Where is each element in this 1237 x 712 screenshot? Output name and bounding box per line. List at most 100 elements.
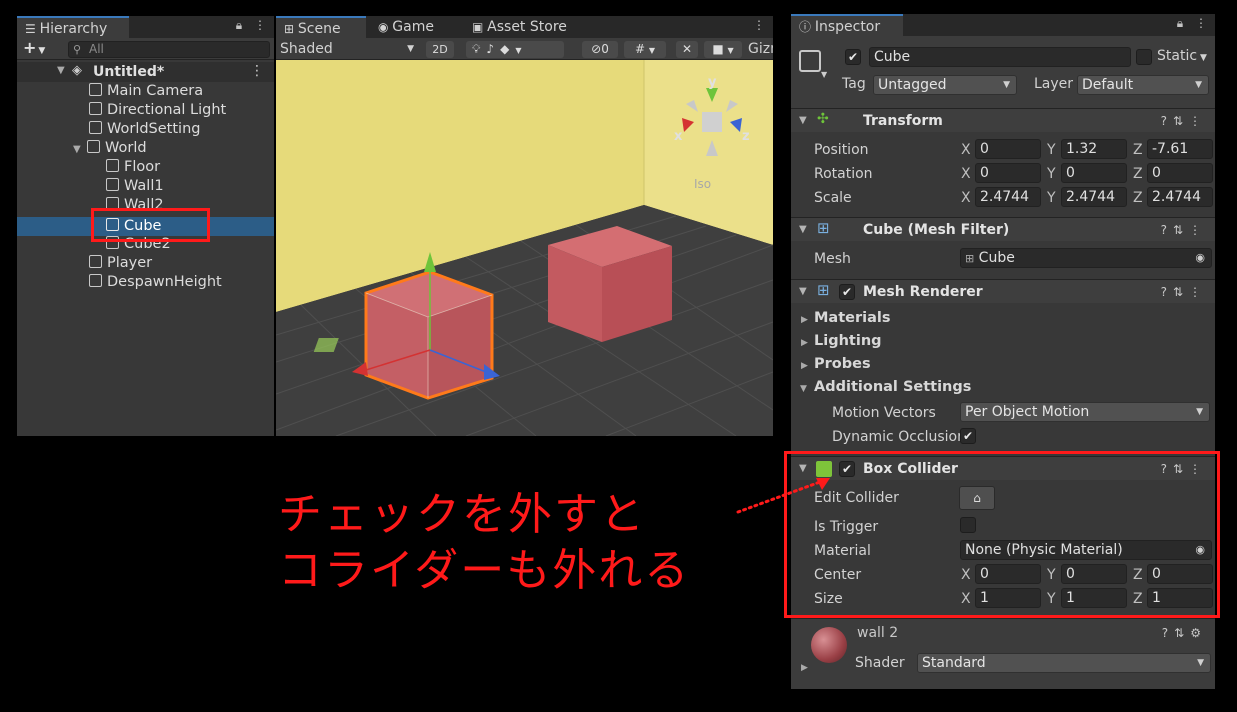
iso-label[interactable]: Iso [694,177,711,191]
expand-arrow-icon[interactable]: ▼ [57,65,65,76]
axis-y-label: Y [1047,190,1056,206]
collapse-arrow-icon[interactable]: ▼ [799,218,807,242]
2d-toggle-button[interactable]: 2D [426,41,454,58]
static-dropdown[interactable]: Static ▼ [1157,48,1207,64]
hierarchy-item-main-camera[interactable]: Main Camera [89,82,203,101]
position-x-field[interactable]: 0 [975,139,1041,159]
mesh-renderer-enabled-checkbox[interactable]: ✔ [839,284,855,300]
position-z-field[interactable]: -7.61 [1147,139,1213,159]
active-checkbox[interactable]: ✔ [845,49,861,65]
tab-scene[interactable]: ⊞ Scene [276,16,366,38]
rotation-x-field[interactable]: 0 [975,163,1041,183]
more-menu-icon[interactable]: ⋮ [753,18,765,32]
axis-z-label: Z [1133,166,1143,182]
add-object-button[interactable]: + ▼ [23,38,45,57]
scale-z-field[interactable]: 2.4744 [1147,187,1213,207]
mesh-object-field[interactable]: ⊞ Cube ◉ [960,248,1212,268]
help-icon[interactable]: ? [1161,223,1173,237]
preset-icon[interactable]: ⇅ [1174,626,1190,640]
hierarchy-item-world[interactable]: ▼ World [73,139,147,158]
transform-header[interactable]: ▼ ✣ Transform ?⇅⋮ [791,108,1215,132]
rotation-z-field[interactable]: 0 [1147,163,1213,183]
tag-dropdown[interactable]: Untagged ▼ [873,75,1017,95]
axis-x-label: X [961,166,971,182]
preset-icon[interactable]: ⇅ [1173,285,1189,299]
gameobject-icon [799,50,821,72]
materials-foldout[interactable]: Materials [814,310,891,326]
static-checkbox[interactable] [1136,49,1152,65]
more-menu-icon[interactable]: ⋮ [1189,114,1207,128]
additional-settings-foldout[interactable]: Additional Settings [814,379,971,395]
mesh-grid-icon: ⊞ [817,219,830,237]
expand-arrow-icon[interactable]: ▶ [801,361,808,371]
more-menu-icon[interactable]: ⋮ [254,18,266,32]
cube2-object[interactable] [548,226,672,342]
camera-settings-button[interactable]: ■ ▼ [704,41,742,58]
gear-icon[interactable]: ⚙ [1190,626,1207,640]
tab-inspector[interactable]: ⓘ Inspector [791,14,903,36]
rotation-y-field[interactable]: 0 [1061,163,1127,183]
hierarchy-item-worldsetting[interactable]: WorldSetting [89,120,200,139]
hierarchy-item-despawnheight[interactable]: DespawnHeight [89,273,222,292]
scene-view-toggles[interactable]: 💡︎♪◆▼ [466,41,564,58]
preset-icon[interactable]: ⇅ [1173,114,1189,128]
probes-foldout[interactable]: Probes [814,356,871,372]
dynamic-occlusion-checkbox[interactable]: ✔ [960,428,976,444]
lock-icon[interactable]: 🔒︎ [236,18,242,32]
motion-vectors-dropdown[interactable]: Per Object Motion ▼ [960,402,1210,422]
more-menu-icon[interactable]: ⋮ [1189,285,1207,299]
more-menu-icon[interactable]: ⋮ [1195,16,1207,30]
hierarchy-panel: ☰ Hierarchy 🔒︎ ⋮ + ▼ ⚲ All ▼ ◈ Untitled* … [17,16,274,436]
shading-mode-dropdown[interactable]: Shaded ▼ [280,38,418,60]
gizmos-dropdown[interactable]: Gizm [748,38,773,60]
chevron-down-icon: ▼ [1196,407,1203,417]
chevron-down-icon[interactable]: ▼ [821,70,827,79]
tag-label: Tag [842,76,866,92]
mesh-renderer-header[interactable]: ▼ ⊞ ✔ Mesh Renderer ?⇅⋮ [791,279,1215,303]
grid-snap-toggle[interactable]: # ▼ [624,41,666,58]
collapse-arrow-icon[interactable]: ▼ [799,280,807,304]
scene-root-row[interactable]: ▼ ◈ Untitled* ⋮ [17,62,274,82]
tab-asset-store[interactable]: ▣ Asset Store [464,16,594,38]
hierarchy-item-player[interactable]: Player [89,254,152,273]
gameobject-icon [89,83,102,96]
position-y-field[interactable]: 1.32 [1061,139,1127,159]
cube-object-selected[interactable] [364,270,494,400]
hierarchy-item-floor[interactable]: Floor [106,158,160,177]
shader-dropdown[interactable]: Standard ▼ [917,653,1211,673]
tools-icon[interactable]: ✕ [676,41,698,58]
panel-tools: 🔒︎ ⋮ [236,18,266,33]
hierarchy-item-wall1[interactable]: Wall1 [106,177,164,196]
hierarchy-search-input[interactable]: ⚲ All [68,41,270,58]
chevron-down-icon: ▼ [1197,658,1204,668]
scene-viewport[interactable]: y x z Iso [276,60,773,436]
expand-arrow-icon[interactable]: ▶ [801,663,808,673]
help-icon[interactable]: ? [1161,114,1173,128]
lock-icon[interactable]: 🔒︎ [1177,16,1183,30]
tab-hierarchy[interactable]: ☰ Hierarchy [17,16,129,38]
expand-arrow-icon[interactable]: ▶ [801,338,808,348]
lighting-foldout[interactable]: Lighting [814,333,882,349]
more-menu-icon[interactable]: ⋮ [1189,223,1207,237]
more-menu-icon[interactable]: ⋮ [250,63,264,79]
collapse-arrow-icon[interactable]: ▼ [800,384,807,394]
help-icon[interactable]: ? [1161,285,1173,299]
object-picker-icon[interactable]: ◉ [1195,249,1205,267]
tab-game[interactable]: ◉ Game [370,16,462,38]
hidden-objects-toggle[interactable]: ⊘0 [582,41,618,58]
audio-icon[interactable]: ♪ [486,42,500,56]
collapse-arrow-icon[interactable]: ▼ [799,109,807,133]
object-name-field[interactable]: Cube [869,47,1131,67]
hierarchy-item-directional-light[interactable]: Directional Light [89,101,226,120]
effects-icon[interactable]: ◆ [500,42,515,56]
expand-arrow-icon[interactable]: ▶ [801,315,808,325]
layer-dropdown[interactable]: Default ▼ [1077,75,1209,95]
help-icon[interactable]: ? [1162,626,1174,640]
scale-x-field[interactable]: 2.4744 [975,187,1041,207]
preset-icon[interactable]: ⇅ [1173,223,1189,237]
scale-y-field[interactable]: 2.4744 [1061,187,1127,207]
expand-arrow-icon[interactable]: ▼ [73,140,87,159]
highlight-box-cube [91,208,210,242]
lighting-icon[interactable]: 💡︎ [472,42,486,56]
mesh-filter-header[interactable]: ▼ ⊞ Cube (Mesh Filter) ?⇅⋮ [791,217,1215,241]
